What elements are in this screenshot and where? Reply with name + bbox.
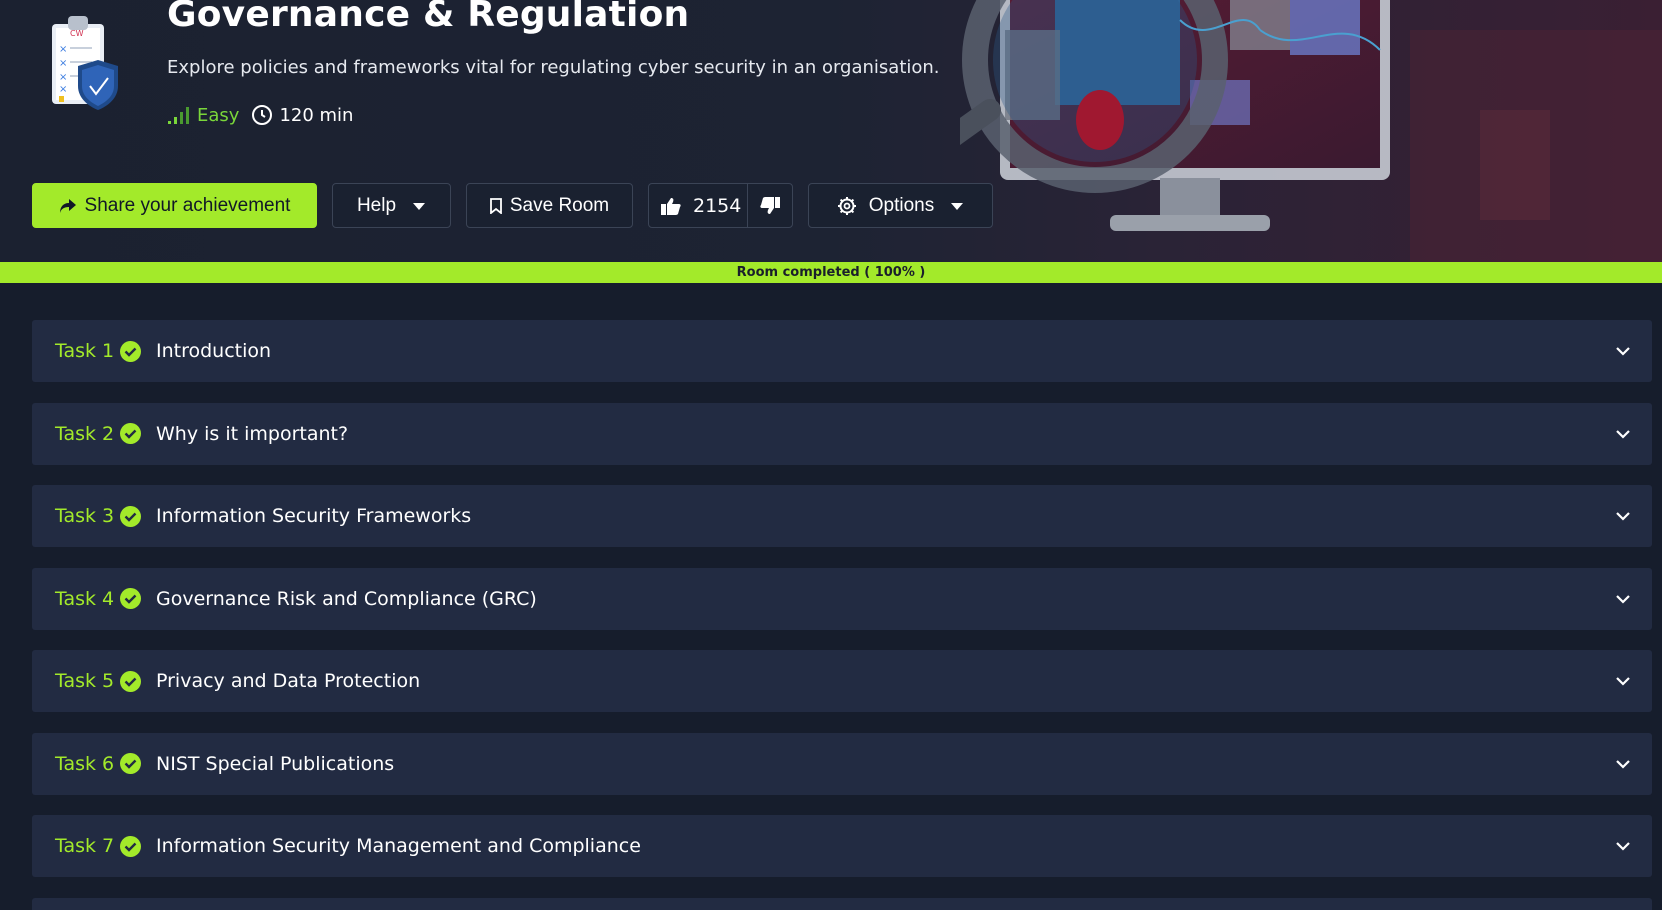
task-item[interactable]: Task 1 Introduction	[32, 320, 1652, 382]
check-circle-icon	[120, 835, 141, 857]
task-number: Task 1	[55, 340, 115, 362]
task-number: Task 6	[55, 752, 115, 775]
chevron-down-icon[interactable]	[1614, 837, 1632, 855]
check-circle-icon	[120, 588, 141, 609]
like-button[interactable]: 2154	[649, 184, 741, 227]
room-title: Governance & Regulation	[167, 0, 690, 35]
task-title: NIST Special Publications	[156, 752, 395, 775]
save-room-label: Save Room	[509, 194, 610, 216]
task-item-partial[interactable]	[32, 897, 1652, 910]
vote-group: 2154	[648, 183, 793, 228]
svg-text:CW: CW	[70, 29, 84, 38]
task-number: Task 7	[55, 835, 115, 857]
caret-down-icon	[413, 202, 426, 210]
clipboard-shield-icon: CW × × × ×	[52, 16, 118, 110]
chevron-down-icon[interactable]	[1614, 425, 1632, 443]
hero-illustration	[960, 0, 1662, 262]
check-circle-icon	[120, 423, 141, 444]
room-meta: Easy 120 min	[167, 102, 353, 128]
task-item[interactable]: Task 3 Information Security Frameworks	[32, 485, 1652, 547]
options-button[interactable]: Options	[808, 183, 993, 228]
check-circle-icon	[120, 340, 141, 362]
chevron-down-icon[interactable]	[1614, 590, 1632, 608]
task-item[interactable]: Task 7 Information Security Management a…	[32, 815, 1652, 877]
like-count: 2154	[693, 194, 742, 217]
svg-text:×: ×	[59, 72, 67, 83]
svg-text:×: ×	[59, 58, 67, 69]
thumbs-down-icon	[760, 196, 780, 214]
chevron-down-icon[interactable]	[1614, 672, 1632, 690]
task-title: Introduction	[156, 340, 272, 362]
task-title: Privacy and Data Protection	[156, 670, 421, 692]
task-number: Task 5	[55, 670, 115, 692]
task-item[interactable]: Task 6 NIST Special Publications	[32, 732, 1652, 795]
room-progress-bar: Room completed ( 100% )	[0, 262, 1662, 283]
task-title: Why is it important?	[156, 422, 349, 445]
thumbs-up-icon	[661, 197, 681, 215]
task-list: Task 1 Introduction Task 2 Why is it imp…	[32, 320, 1652, 910]
share-icon	[59, 198, 76, 213]
caret-down-icon	[951, 202, 964, 210]
bookmark-icon	[489, 197, 502, 214]
help-label: Help	[356, 194, 397, 216]
room-subtitle: Explore policies and frameworks vital fo…	[167, 57, 940, 78]
help-button[interactable]: Help	[332, 183, 451, 228]
task-number: Task 4	[55, 587, 115, 610]
check-circle-icon	[120, 505, 141, 527]
task-title: Governance Risk and Compliance (GRC)	[156, 587, 537, 610]
task-item[interactable]: Task 2 Why is it important?	[32, 402, 1652, 465]
difficulty-bars-icon	[168, 107, 189, 124]
task-number: Task 2	[55, 422, 115, 445]
task-title: Information Security Management and Comp…	[156, 835, 641, 857]
gear-icon	[837, 196, 856, 215]
difficulty-label: Easy	[197, 104, 240, 126]
task-item[interactable]: Task 5 Privacy and Data Protection	[32, 650, 1652, 712]
clock-icon	[252, 105, 273, 125]
check-circle-icon	[120, 670, 141, 692]
chevron-down-icon[interactable]	[1614, 507, 1632, 525]
dislike-button[interactable]	[748, 184, 792, 227]
share-achievement-button[interactable]: Share your achievement	[32, 183, 317, 228]
check-circle-icon	[120, 753, 141, 774]
task-title: Information Security Frameworks	[156, 505, 472, 527]
duration-label: 120 min	[279, 104, 354, 126]
chevron-down-icon[interactable]	[1614, 342, 1632, 360]
save-room-button[interactable]: Save Room	[466, 183, 633, 228]
progress-label: Room completed ( 100% )	[736, 265, 926, 280]
svg-text:×: ×	[59, 84, 67, 95]
share-label: Share your achievement	[84, 194, 291, 216]
svg-text:×: ×	[59, 44, 67, 55]
task-item[interactable]: Task 4 Governance Risk and Compliance (G…	[32, 567, 1652, 630]
chevron-down-icon[interactable]	[1614, 755, 1632, 773]
task-number: Task 3	[55, 505, 115, 527]
options-label: Options	[868, 194, 935, 216]
room-header: CW × × × × Governance & Regulation Explo…	[0, 0, 1662, 262]
